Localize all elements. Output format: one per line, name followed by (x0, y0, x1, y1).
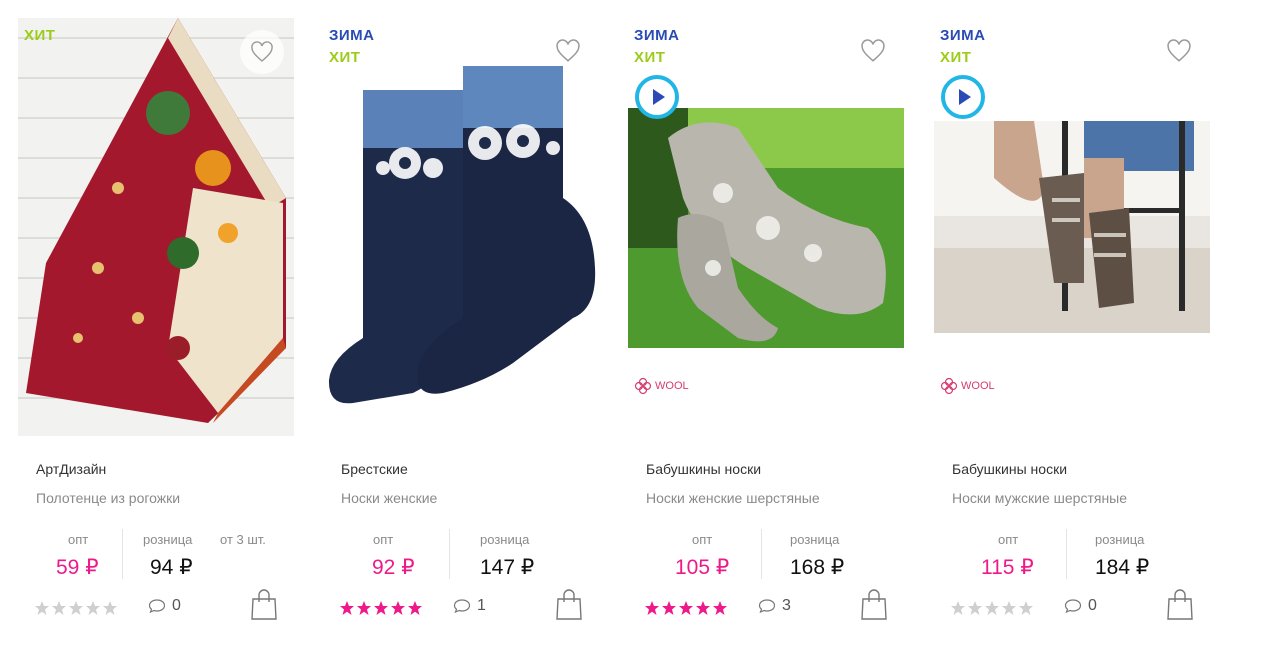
opt-price: 105 ₽ (675, 556, 730, 579)
product-card[interactable]: ЗИМА ХИТ WOOL Бабушкины носки Носки мужс… (934, 18, 1210, 638)
comments-number: 0 (1088, 597, 1097, 614)
comments-count[interactable]: 0 (148, 597, 181, 615)
retail-price: 168 ₽ (790, 556, 845, 579)
favorite-heart-icon[interactable] (551, 34, 585, 68)
product-name[interactable]: Носки женские (341, 490, 437, 506)
rating-stars[interactable] (339, 600, 423, 616)
rating-stars[interactable] (644, 600, 728, 616)
price-divider (761, 529, 762, 579)
star-icon[interactable] (1001, 600, 1017, 616)
star-icon[interactable] (34, 600, 50, 616)
product-name[interactable]: Носки женские шерстяные (646, 490, 820, 506)
opt-price-label: опт (692, 532, 713, 547)
product-card[interactable]: ЗИМА ХИТ Брестские Носки женские опт роз… (323, 18, 599, 638)
retail-price-label: розница (790, 532, 840, 547)
star-icon[interactable] (984, 600, 1000, 616)
opt-price-label: опт (998, 532, 1019, 547)
star-icon[interactable] (407, 600, 423, 616)
hit-badge: ХИТ (329, 49, 361, 66)
wool-flower-icon (634, 377, 652, 395)
star-icon[interactable] (678, 600, 694, 616)
tea-towel-image (18, 18, 294, 436)
star-icon[interactable] (390, 600, 406, 616)
product-brand[interactable]: Бабушкины носки (646, 461, 761, 477)
comments-number: 1 (477, 597, 486, 614)
star-icon[interactable] (356, 600, 372, 616)
play-video-icon[interactable] (634, 74, 680, 120)
star-icon[interactable] (661, 600, 677, 616)
shopping-bag-icon[interactable] (860, 589, 888, 621)
star-icon[interactable] (339, 600, 355, 616)
wool-label: WOOL (634, 377, 689, 395)
product-brand[interactable]: Брестские (341, 461, 408, 477)
retail-price-label: розница (480, 532, 530, 547)
winter-badge: ЗИМА (329, 27, 375, 44)
opt-price: 59 ₽ (56, 556, 99, 579)
wool-text: WOOL (655, 380, 689, 392)
hit-badge: ХИТ (24, 27, 56, 44)
product-name[interactable]: Полотенце из рогожки (36, 490, 180, 506)
comments-number: 0 (172, 597, 181, 614)
opt-price: 92 ₽ (372, 556, 415, 579)
comments-count[interactable]: 3 (758, 597, 791, 615)
favorite-heart-icon[interactable] (856, 34, 890, 68)
star-icon[interactable] (102, 600, 118, 616)
star-icon[interactable] (85, 600, 101, 616)
hit-badge: ХИТ (940, 49, 972, 66)
retail-price: 94 ₽ (150, 556, 193, 579)
star-icon[interactable] (68, 600, 84, 616)
wool-label: WOOL (940, 377, 995, 395)
product-image-navy-socks[interactable] (323, 18, 599, 436)
star-icon[interactable] (695, 600, 711, 616)
star-icon[interactable] (1018, 600, 1034, 616)
favorite-heart-icon[interactable] (1162, 34, 1196, 68)
star-icon[interactable] (967, 600, 983, 616)
comment-icon (1064, 599, 1082, 614)
product-grid: ХИТ АртДизайн Полотенце из рогожки опт р… (0, 0, 1280, 656)
product-card[interactable]: ЗИМА ХИТ WOOL Бабушкины носки Носки женс… (628, 18, 904, 638)
rating-stars[interactable] (34, 600, 118, 616)
retail-price: 184 ₽ (1095, 556, 1150, 579)
price-divider (1066, 529, 1067, 579)
star-icon[interactable] (950, 600, 966, 616)
star-icon[interactable] (373, 600, 389, 616)
comments-count[interactable]: 1 (453, 597, 486, 615)
retail-price: 147 ₽ (480, 556, 535, 579)
price-divider (449, 529, 450, 579)
product-brand[interactable]: АртДизайн (36, 461, 106, 477)
shopping-bag-icon[interactable] (1166, 589, 1194, 621)
rating-stars[interactable] (950, 600, 1034, 616)
product-image-tea-towel[interactable] (18, 18, 294, 436)
comments-number: 3 (782, 597, 791, 614)
winter-badge: ЗИМА (634, 27, 680, 44)
hit-badge: ХИТ (634, 49, 666, 66)
wool-flower-icon (940, 377, 958, 395)
star-icon[interactable] (712, 600, 728, 616)
star-icon[interactable] (51, 600, 67, 616)
retail-price-label: розница (1095, 532, 1145, 547)
opt-price-label: опт (68, 532, 89, 547)
min-quantity-label: от 3 шт. (220, 532, 266, 547)
wool-text: WOOL (961, 380, 995, 392)
comments-count[interactable]: 0 (1064, 597, 1097, 615)
winter-badge: ЗИМА (940, 27, 986, 44)
shopping-bag-icon[interactable] (555, 589, 583, 621)
product-card[interactable]: ХИТ АртДизайн Полотенце из рогожки опт р… (18, 18, 294, 638)
navy-socks-image (323, 18, 599, 436)
price-divider (122, 529, 123, 579)
shopping-bag-icon[interactable] (250, 589, 278, 621)
star-icon[interactable] (644, 600, 660, 616)
retail-price-label: розница (143, 532, 193, 547)
play-video-icon[interactable] (940, 74, 986, 120)
comment-icon (453, 599, 471, 614)
opt-price-label: опт (373, 532, 394, 547)
comment-icon (148, 599, 166, 614)
comment-icon (758, 599, 776, 614)
product-name[interactable]: Носки мужские шерстяные (952, 490, 1127, 506)
favorite-heart-icon[interactable] (240, 30, 284, 74)
product-brand[interactable]: Бабушкины носки (952, 461, 1067, 477)
opt-price: 115 ₽ (981, 556, 1034, 579)
